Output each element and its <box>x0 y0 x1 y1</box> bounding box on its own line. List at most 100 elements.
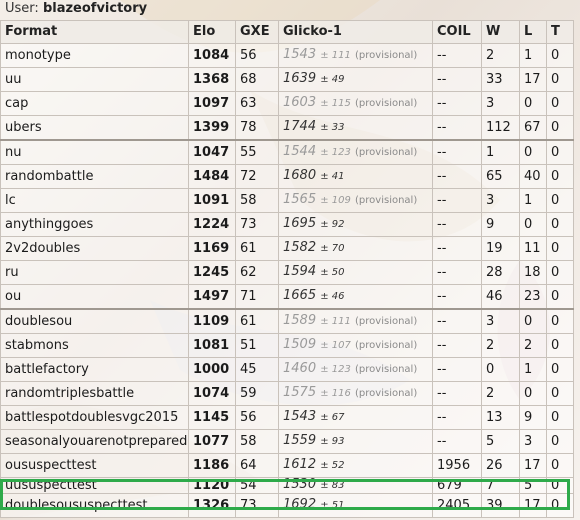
coil-cell: -- <box>432 333 482 358</box>
wins-cell: 3 <box>481 91 520 116</box>
glicko-deviation: ± 83 <box>320 480 345 491</box>
format-cell: ru <box>0 260 189 285</box>
user-label: User: <box>5 1 39 16</box>
table-row: uususpecttest 1120 54 1530 ± 83 679 7 5 0 <box>0 477 574 494</box>
provisional-tag: (provisional) <box>355 388 418 399</box>
ties-cell: 0 <box>546 67 574 92</box>
coil-cell: -- <box>432 212 482 237</box>
gxe-cell: 72 <box>235 164 279 189</box>
wins-cell: 7 <box>481 477 520 494</box>
glicko-cell: 1543 ± 67 <box>278 405 433 430</box>
ties-cell: 0 <box>546 139 574 165</box>
elo-cell: 1077 <box>188 429 236 454</box>
format-cell: lc <box>0 188 189 213</box>
elo-cell: 1074 <box>188 381 236 406</box>
elo-cell: 1097 <box>188 91 236 116</box>
wins-cell: 19 <box>481 236 520 261</box>
wins-cell: 13 <box>481 405 520 430</box>
username: blazeofvictory <box>42 1 148 16</box>
table-row: seasonalyouarenotprepared 1077 58 1559 ± 93… <box>0 429 574 454</box>
glicko-deviation: ± 70 <box>320 243 345 254</box>
coil-cell: -- <box>432 308 482 334</box>
column-header-losses[interactable]: L <box>519 20 547 44</box>
format-cell: anythinggoes <box>0 212 189 237</box>
glicko-deviation: ± 115 <box>320 98 351 109</box>
wins-cell: 1 <box>481 139 520 165</box>
column-header-ties[interactable]: T <box>546 20 574 44</box>
column-header-format[interactable]: Format <box>0 20 189 44</box>
table-row: ubers 1399 78 1744 ± 33 -- 112 67 0 <box>0 115 574 141</box>
column-header-coil[interactable]: COIL <box>432 20 482 44</box>
glicko-cell: 1695 ± 92 <box>278 212 433 237</box>
gxe-cell: 58 <box>235 429 279 454</box>
gxe-cell: 61 <box>235 236 279 261</box>
coil-cell: -- <box>432 405 482 430</box>
table-row: stabmons 1081 51 1509 ± 107 (provisional) --… <box>0 333 574 358</box>
coil-cell: -- <box>432 381 482 406</box>
table-row: oususpecttest 1186 64 1612 ± 52 1956 26 17 0 <box>0 453 574 478</box>
glicko-cell: 1575 ± 116 (provisional) <box>278 381 433 406</box>
glicko-cell: 1544 ± 123 (provisional) <box>278 139 433 165</box>
ties-cell: 0 <box>546 236 574 261</box>
gxe-cell: 45 <box>235 357 279 382</box>
table-row: nu 1047 55 1544 ± 123 (provisional) -- 1 0 0 <box>0 139 574 165</box>
glicko-deviation: ± 33 <box>320 122 345 133</box>
losses-cell: 9 <box>519 405 547 430</box>
losses-cell: 0 <box>519 91 547 116</box>
elo-cell: 1497 <box>188 284 236 310</box>
table-row: doublesou 1109 61 1589 ± 111 (provisional) -… <box>0 308 574 334</box>
ties-cell: 0 <box>546 477 574 494</box>
losses-cell: 3 <box>519 429 547 454</box>
format-cell: uu <box>0 67 189 92</box>
gxe-cell: 71 <box>235 284 279 310</box>
provisional-tag: (provisional) <box>355 316 418 327</box>
glicko-value: 1589 <box>283 313 317 328</box>
losses-cell: 2 <box>519 333 547 358</box>
table-row: battlespotdoublesvgc2015 1145 56 1543 ± 67-… <box>0 405 574 430</box>
wins-cell: 65 <box>481 164 520 189</box>
table-row: cap 1097 63 1603 ± 115 (provisional) -- 3 0 0 <box>0 91 574 116</box>
user-line: User: blazeofvictory <box>0 0 580 18</box>
losses-cell: 1 <box>519 43 547 68</box>
ties-cell: 0 <box>546 308 574 334</box>
format-cell: randomtriplesbattle <box>0 381 189 406</box>
glicko-deviation: ± 111 <box>320 50 351 61</box>
ties-cell: 0 <box>546 164 574 189</box>
column-header-glicko[interactable]: Glicko-1 <box>278 20 433 44</box>
format-cell: doublesoususpecttest <box>0 493 189 518</box>
glicko-value: 1744 <box>283 119 317 134</box>
ladder-panel: User: blazeofvictory Format Elo GXE Glic… <box>0 0 580 520</box>
format-cell: 2v2doubles <box>0 236 189 261</box>
glicko-deviation: ± 50 <box>320 267 345 278</box>
elo-cell: 1186 <box>188 453 236 478</box>
losses-cell: 67 <box>519 115 547 141</box>
losses-cell: 17 <box>519 453 547 478</box>
format-cell: doublesou <box>0 308 189 334</box>
glicko-cell: 1565 ± 109 (provisional) <box>278 188 433 213</box>
elo-cell: 1245 <box>188 260 236 285</box>
coil-cell: -- <box>432 429 482 454</box>
coil-cell: -- <box>432 188 482 213</box>
wins-cell: 33 <box>481 67 520 92</box>
coil-cell: -- <box>432 139 482 165</box>
glicko-deviation: ± 111 <box>320 316 351 327</box>
elo-cell: 1399 <box>188 115 236 141</box>
coil-cell: -- <box>432 164 482 189</box>
glicko-value: 1603 <box>283 95 317 110</box>
losses-cell: 0 <box>519 212 547 237</box>
provisional-tag: (provisional) <box>355 364 418 375</box>
column-header-gxe[interactable]: GXE <box>235 20 279 44</box>
ties-cell: 0 <box>546 429 574 454</box>
wins-cell: 5 <box>481 429 520 454</box>
glicko-deviation: ± 41 <box>320 171 345 182</box>
gxe-cell: 55 <box>235 139 279 165</box>
column-header-elo[interactable]: Elo <box>188 20 236 44</box>
elo-cell: 1091 <box>188 188 236 213</box>
column-header-wins[interactable]: W <box>481 20 520 44</box>
table-row: monotype 1084 56 1543 ± 111 (provisional) --… <box>0 43 574 68</box>
elo-cell: 1109 <box>188 308 236 334</box>
glicko-deviation: ± 51 <box>320 500 345 511</box>
ties-cell: 0 <box>546 43 574 68</box>
table-row: ru 1245 62 1594 ± 50 -- 28 18 0 <box>0 260 574 285</box>
elo-cell: 1120 <box>188 477 236 494</box>
